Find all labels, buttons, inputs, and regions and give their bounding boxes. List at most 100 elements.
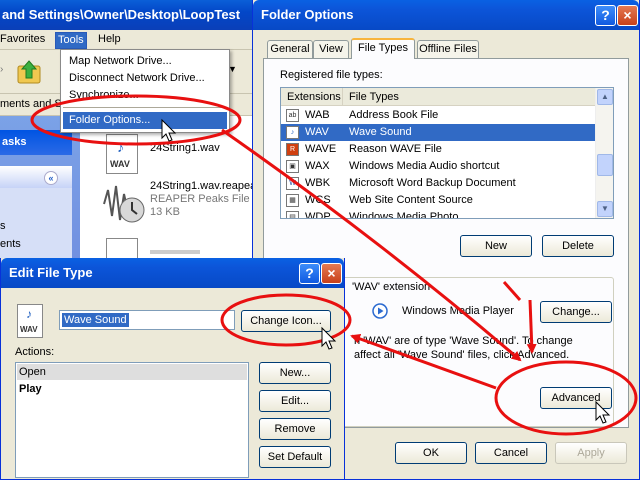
row-extension: WBK [305,177,331,189]
column-header-file-types[interactable]: File Types [343,88,595,106]
details-heading: 'WAV' extension [350,281,433,293]
task-link-2[interactable]: ents [0,238,21,250]
row-file-type: Reason WAVE File [349,143,442,155]
row-extension: WAX [305,160,330,172]
table-row[interactable]: W WBK Microsoft Word Backup Document [281,175,595,192]
scroll-thumb[interactable] [597,154,613,176]
set-default-button[interactable]: Set Default [259,446,331,468]
tab-view[interactable]: View [313,40,349,58]
windows-media-player-icon [372,303,388,319]
note-icon: ♪ [117,139,124,155]
file-type-icon: ▦ [286,194,299,207]
scroll-down-icon[interactable]: ▼ [597,201,613,217]
task-header-2[interactable]: « [0,166,72,188]
file-type-icon: ♪ [286,126,299,139]
menu-item-disconnect-network-drive[interactable]: Disconnect Network Drive... [63,70,227,87]
explorer-title-bar[interactable]: and Settings\Owner\Desktop\LoopTest [0,0,262,30]
dialog-title: Edit File Type [9,265,93,280]
cancel-button[interactable]: Cancel [475,442,547,464]
file-name: 24String1.wav [150,142,220,154]
tab-general[interactable]: General [267,40,313,58]
file-type: REAPER Peaks File [150,193,250,205]
menu-item-synchronize[interactable]: Synchronize... [63,87,227,104]
file-type-name-field[interactable]: Wave Sound [59,310,235,330]
table-row[interactable]: ▣ WAX Windows Media Audio shortcut [281,158,595,175]
row-extension: WAB [305,109,330,121]
file-type-icon: ▣ [286,160,299,173]
folder-options-title-bar[interactable]: Folder Options ? × [253,0,639,30]
wav-file-icon: WAV ♪ [106,134,138,174]
tasks-header[interactable]: asks [0,130,72,155]
file-name-partial [150,250,200,254]
remove-action-button[interactable]: Remove [259,418,331,440]
table-row[interactable]: R WAVE Reason WAVE File [281,141,595,158]
row-extension: WDP [305,211,331,219]
list-item-open[interactable]: Open [17,364,247,380]
edit-file-type-dialog: Edit File Type ? × ♪ WAV Wave Sound Chan… [0,258,345,480]
wav-icon-label: WAV [20,325,38,334]
table-row-selected[interactable]: ♪ WAV Wave Sound [281,124,595,141]
list-scrollbar[interactable]: ▲ ▼ [595,88,613,218]
explorer-title: and Settings\Owner\Desktop\LoopTest [2,7,241,22]
chevron-right-icon[interactable]: › [0,64,10,78]
table-row[interactable]: ▦ WCS Web Site Content Source [281,192,595,209]
edit-action-button[interactable]: Edit... [259,390,331,412]
close-button[interactable]: × [617,5,638,26]
tools-dropdown-menu: Map Network Drive... Disconnect Network … [60,49,230,133]
opens-with-app: Windows Media Player [402,305,514,317]
advanced-button[interactable]: Advanced [540,387,612,409]
tab-offline-files[interactable]: Offline Files [417,40,479,58]
list-item-play[interactable]: Play [17,381,247,397]
collapse-icon[interactable]: « [44,171,58,185]
task-link-1[interactable]: s [0,220,6,232]
scroll-up-icon[interactable]: ▲ [597,89,613,105]
row-file-type: Windows Media Photo [349,211,459,219]
file-type-icon: ab [286,109,299,122]
list-item[interactable]: 24String1.wav.reapeaks REAPER Peaks File… [90,180,267,234]
new-action-button[interactable]: New... [259,362,331,384]
row-extension: WAV [305,126,329,138]
row-file-type: Wave Sound [349,126,412,138]
task-body: s ents [0,188,72,258]
explorer-menu-bar: Favorites Tools Help [0,30,262,50]
menu-favorites[interactable]: Favorites [0,33,45,48]
row-extension: WAVE [305,143,337,155]
file-size: 13 KB [150,206,180,218]
table-row[interactable]: ab WAB Address Book File [281,107,595,124]
menu-help[interactable]: Help [98,33,121,48]
row-file-type: Web Site Content Source [349,194,473,206]
file-name: 24String1.wav.reapeaks [150,180,268,192]
menu-item-folder-options[interactable]: Folder Options... [63,112,227,129]
list-header: Extensions File Types [281,88,595,106]
row-extension: WCS [305,194,331,206]
menu-tools[interactable]: Tools [55,32,87,49]
actions-label: Actions: [15,346,55,358]
actions-list[interactable]: Open Play [15,362,249,478]
menu-item-map-network-drive[interactable]: Map Network Drive... [63,53,227,70]
wav-icon-label: WAV [110,159,130,169]
address-fragment: ments and S [0,98,62,110]
dialog-title: Folder Options [261,7,354,22]
file-types-list[interactable]: Extensions File Types ab WAB Address Boo… [280,87,614,219]
list-item[interactable]: WAV ♪ 24String1.wav [90,132,260,182]
row-file-type: Microsoft Word Backup Document [349,177,516,189]
ok-button[interactable]: OK [395,442,467,464]
help-button[interactable]: ? [595,5,616,26]
new-button[interactable]: New [460,235,532,257]
change-icon-button[interactable]: Change Icon... [241,310,331,332]
change-button[interactable]: Change... [540,301,612,323]
apply-button[interactable]: Apply [555,442,627,464]
delete-button[interactable]: Delete [542,235,614,257]
note-icon: ♪ [26,307,32,321]
description-line-2: affect all 'Wave Sound' files, click Adv… [354,349,570,361]
wav-file-icon[interactable]: ♪ WAV [17,304,43,338]
table-row[interactable]: ▤ WDP Windows Media Photo [281,209,595,219]
close-button[interactable]: × [321,263,342,284]
column-header-extensions[interactable]: Extensions [281,88,343,106]
help-button[interactable]: ? [299,263,320,284]
menu-separator [63,107,227,108]
up-folder-icon[interactable] [16,58,42,86]
edit-file-type-title-bar[interactable]: Edit File Type ? × [1,258,344,288]
tab-file-types[interactable]: File Types [351,38,415,59]
reaper-peaks-file-icon [103,185,145,223]
